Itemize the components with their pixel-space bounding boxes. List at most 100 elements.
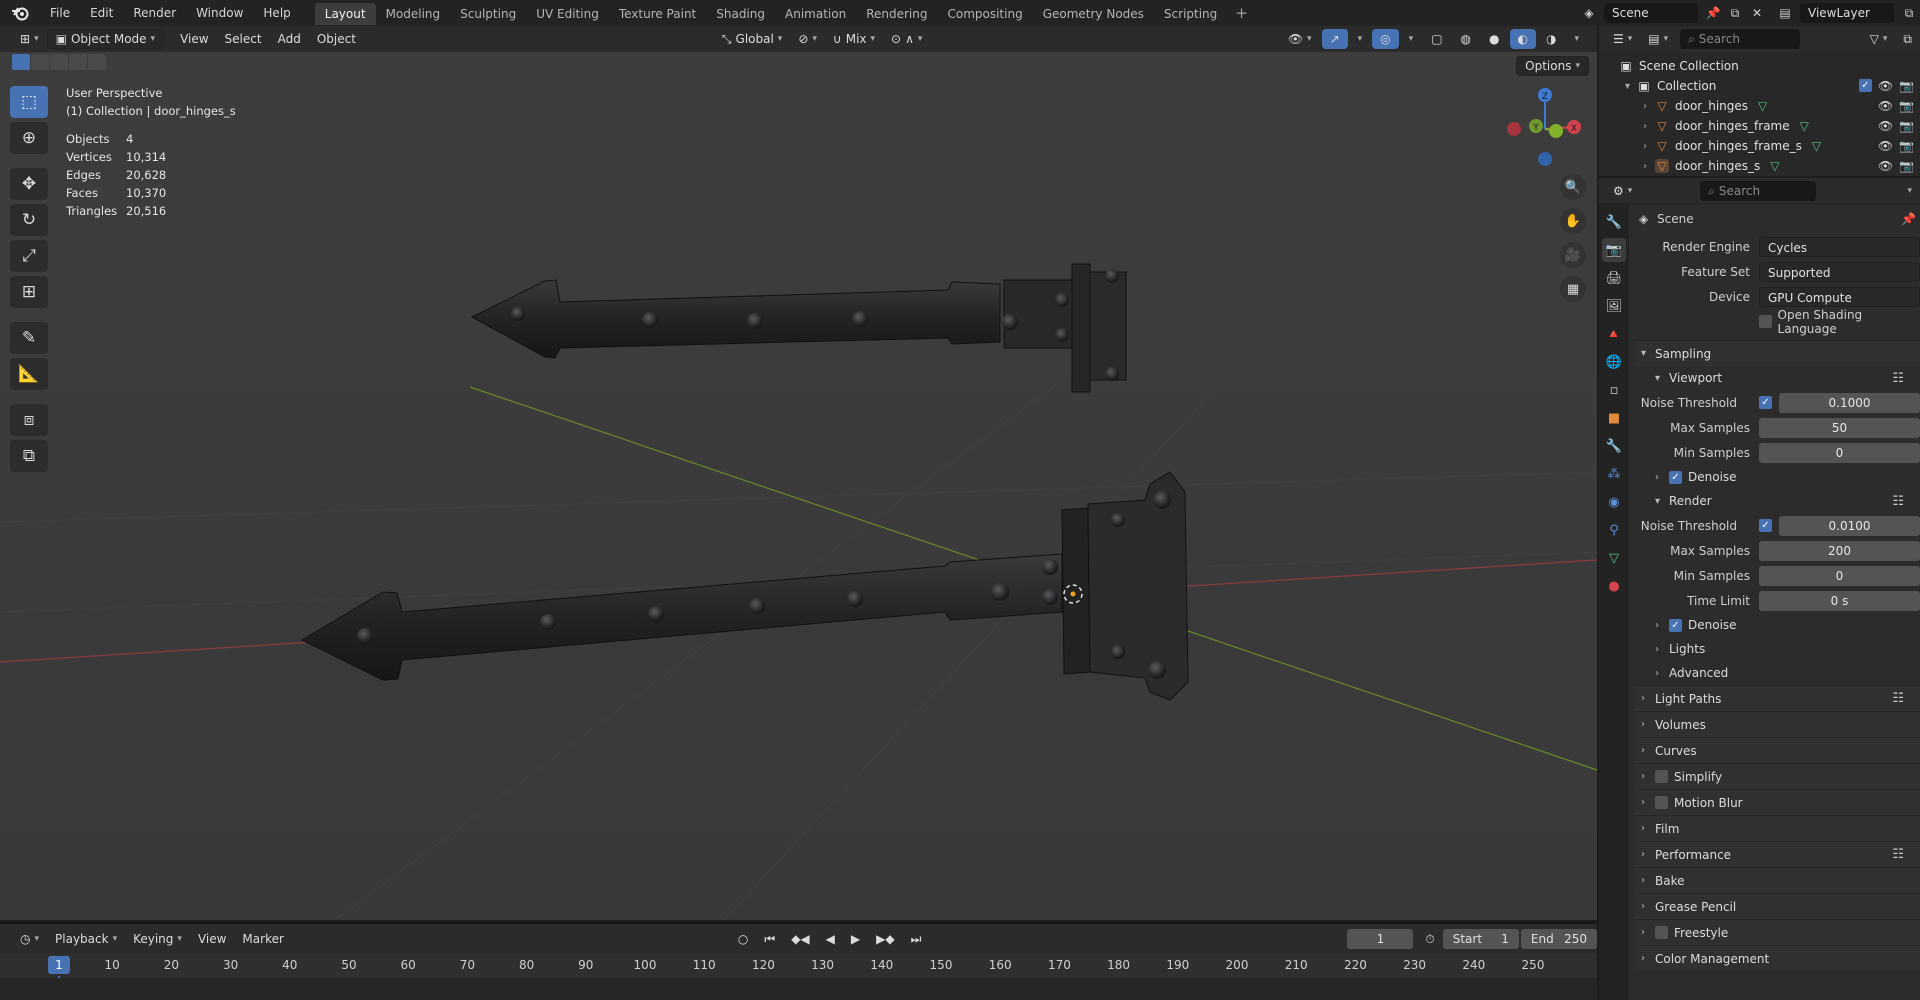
tab-compositing[interactable]: Compositing bbox=[937, 3, 1032, 25]
viewlayer-field[interactable]: ViewLayer bbox=[1800, 3, 1894, 23]
tool-tab-icon[interactable]: 🔧 bbox=[1602, 210, 1626, 234]
menu-render[interactable]: Render bbox=[123, 0, 186, 26]
new-viewlayer-icon[interactable]: ⧉ bbox=[1898, 3, 1920, 23]
volumes-panel-header[interactable]: › Volumes bbox=[1635, 711, 1920, 737]
measure-tool-icon[interactable]: 📐 bbox=[10, 358, 48, 390]
pin-icon[interactable]: 📌 bbox=[1702, 3, 1724, 23]
grease-pencil-panel-header[interactable]: › Grease Pencil bbox=[1635, 893, 1920, 919]
playhead[interactable]: 1 bbox=[47, 956, 70, 974]
transform-tool-icon[interactable]: ⊞ bbox=[10, 276, 48, 308]
tab-uv-editing[interactable]: UV Editing bbox=[526, 3, 609, 25]
tab-texture-paint[interactable]: Texture Paint bbox=[609, 3, 706, 25]
output-tab-icon[interactable]: 🖨 bbox=[1602, 266, 1626, 290]
eye-icon[interactable]: 👁 bbox=[1878, 139, 1893, 153]
tab-shading[interactable]: Shading bbox=[706, 3, 775, 25]
xray-toggle-icon[interactable]: ▢ bbox=[1423, 29, 1450, 49]
cursor-tool-icon[interactable]: ⊕ bbox=[10, 122, 48, 154]
render-tab-icon[interactable]: 📷 bbox=[1602, 238, 1626, 262]
r-min-samples-field[interactable]: 0 bbox=[1759, 565, 1920, 586]
r-noise-threshold-field[interactable]: 0.0100 bbox=[1779, 515, 1920, 536]
pan-hand-icon[interactable]: ✋ bbox=[1560, 208, 1586, 234]
shading-dropdown[interactable]: ▾ bbox=[1566, 29, 1587, 49]
render-camera-icon[interactable]: 📷 bbox=[1899, 139, 1914, 153]
tree-object-door-hinges-frame-s[interactable]: › ▽ door_hinges_frame_s ▽ 👁 📷 bbox=[1599, 136, 1920, 156]
new-scene-icon[interactable]: ⧉ bbox=[1724, 3, 1746, 23]
physics-tab-icon[interactable]: ◉ bbox=[1602, 490, 1626, 514]
sampling-panel-header[interactable]: ▾ Sampling bbox=[1635, 340, 1920, 366]
eye-icon[interactable]: 👁 bbox=[1878, 79, 1893, 93]
render-subpanel-header[interactable]: ▾ Render ☷ bbox=[1635, 489, 1920, 513]
exclude-checkbox[interactable]: ✓ bbox=[1858, 79, 1872, 92]
simplify-checkbox[interactable] bbox=[1655, 770, 1668, 783]
freestyle-checkbox[interactable] bbox=[1655, 926, 1668, 939]
mesh-data-icon[interactable]: ▽ bbox=[1770, 159, 1779, 173]
timeline-editor-type-button[interactable]: ◷ ▾ bbox=[12, 929, 47, 949]
current-frame-field[interactable]: 1 bbox=[1347, 929, 1414, 949]
tree-object-door-hinges-s[interactable]: › ▽ door_hinges_s ▽ 👁 📷 bbox=[1599, 156, 1920, 176]
data-tab-icon[interactable]: ▽ bbox=[1602, 546, 1626, 570]
frame-ruler[interactable]: 10 20 30 40 50 60 70 80 90 100 110 120 130 140 150 160 1… bbox=[0, 954, 1597, 1000]
r-denoise-subpanel-header[interactable]: › ✓ Denoise bbox=[1635, 613, 1920, 637]
presets-list-icon[interactable]: ☷ bbox=[1892, 371, 1904, 386]
osl-toggle[interactable]: Open Shading Language bbox=[1759, 308, 1920, 336]
add-cube-tool-icon[interactable]: ⧈ bbox=[10, 404, 48, 436]
next-keyframe-icon[interactable]: ▶◆ bbox=[868, 929, 902, 949]
tree-scene-collection[interactable]: ▣ Scene Collection bbox=[1599, 56, 1920, 76]
autokey-record-icon[interactable]: ○ bbox=[730, 929, 756, 949]
scene-tab-icon[interactable]: 🔺 bbox=[1602, 322, 1626, 346]
collection-tab-icon[interactable]: ▫ bbox=[1602, 378, 1626, 402]
viewport-subpanel-header[interactable]: ▾ Viewport ☷ bbox=[1635, 366, 1920, 390]
outliner-search-input[interactable]: ⌕ Search bbox=[1680, 29, 1801, 49]
object-tab-icon[interactable]: ■ bbox=[1602, 406, 1626, 430]
tab-modeling[interactable]: Modeling bbox=[376, 3, 451, 25]
select-invert-icon[interactable] bbox=[69, 54, 87, 70]
select-extend-icon[interactable] bbox=[31, 54, 49, 70]
curves-panel-header[interactable]: › Curves bbox=[1635, 737, 1920, 763]
jump-end-icon[interactable]: ⏭ bbox=[903, 929, 930, 949]
select-subtract-icon[interactable] bbox=[50, 54, 68, 70]
feature-set-dropdown[interactable]: Supported bbox=[1759, 261, 1920, 282]
vp-max-samples-field[interactable]: 50 bbox=[1759, 417, 1920, 438]
3d-viewport[interactable]: ⊞ ▾ ▣ Object Mode ▾ View Select Add Object … bbox=[0, 26, 1597, 920]
lights-subpanel-header[interactable]: › Lights bbox=[1635, 637, 1920, 661]
tree-collection[interactable]: ▾ ▣ Collection ✓ 👁 📷 bbox=[1599, 76, 1920, 96]
view-layer-tab-icon[interactable]: 🖼 bbox=[1602, 294, 1626, 318]
properties-options-icon[interactable]: ▾ bbox=[1899, 181, 1920, 201]
world-tab-icon[interactable]: 🌐 bbox=[1602, 350, 1626, 374]
pivot-dropdown[interactable]: ⊘ ▾ bbox=[790, 29, 825, 49]
snap-dropdown[interactable]: ∪ Mix ▾ bbox=[825, 29, 883, 49]
vp-min-samples-field[interactable]: 0 bbox=[1759, 442, 1920, 463]
color-management-panel-header[interactable]: › Color Management bbox=[1635, 945, 1920, 971]
presets-list-icon[interactable]: ☷ bbox=[1892, 494, 1904, 509]
preview-range-icon[interactable]: ⏱ bbox=[1417, 929, 1442, 949]
orientation-dropdown[interactable]: ⤡ Global ▾ bbox=[714, 29, 790, 49]
viewlayer-icon[interactable]: ▤ bbox=[1774, 3, 1796, 23]
visibility-icon[interactable]: 👁 ▾ bbox=[1280, 29, 1320, 49]
start-frame-field[interactable]: Start 1 bbox=[1442, 929, 1519, 949]
film-panel-header[interactable]: › Film bbox=[1635, 815, 1920, 841]
scene-field[interactable]: Scene bbox=[1604, 3, 1698, 23]
mesh-data-icon[interactable]: ▽ bbox=[1800, 119, 1809, 133]
tab-rendering[interactable]: Rendering bbox=[856, 3, 937, 25]
select-box-tool-icon[interactable]: ⬚ bbox=[10, 86, 48, 118]
simplify-panel-header[interactable]: › Simplify bbox=[1635, 763, 1920, 789]
vp-denoise-subpanel-header[interactable]: › ✓ Denoise bbox=[1635, 465, 1920, 489]
marker-menu[interactable]: Marker bbox=[234, 929, 291, 949]
outliner-editor-type-button[interactable]: ☰ ▾ bbox=[1605, 29, 1640, 49]
material-shading-icon[interactable]: ◐ bbox=[1509, 29, 1536, 49]
menu-select[interactable]: Select bbox=[217, 29, 270, 49]
render-engine-dropdown[interactable]: Cycles bbox=[1759, 236, 1920, 257]
tree-object-door-hinges[interactable]: › ▽ door_hinges ▽ 👁 📷 bbox=[1599, 96, 1920, 116]
properties-search-input[interactable]: ⌕ Search bbox=[1700, 180, 1817, 201]
expand-chevron-icon[interactable]: ▾ bbox=[1625, 81, 1637, 92]
gizmo-toggle-icon[interactable]: ↗ bbox=[1321, 29, 1348, 49]
zoom-icon[interactable]: 🔍 bbox=[1560, 174, 1586, 200]
move-tool-icon[interactable]: ✥ bbox=[10, 168, 48, 200]
scene-icon[interactable]: ◈ bbox=[1578, 3, 1600, 23]
menu-object[interactable]: Object bbox=[309, 29, 364, 49]
options-dropdown[interactable]: Options ▾ bbox=[1516, 56, 1589, 76]
menu-view[interactable]: View bbox=[172, 29, 216, 49]
tab-layout[interactable]: Layout bbox=[314, 3, 376, 25]
performance-panel-header[interactable]: › Performance ☷ bbox=[1635, 841, 1920, 867]
play-reverse-icon[interactable]: ◀ bbox=[818, 929, 843, 949]
